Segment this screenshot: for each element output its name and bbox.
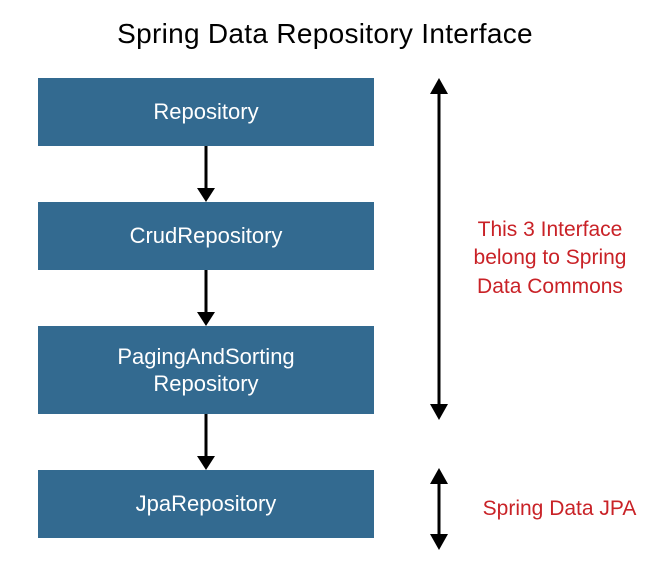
arrow-down-icon bbox=[38, 270, 374, 326]
box-jpa-repository: JpaRepository bbox=[38, 470, 374, 538]
annotation-commons: This 3 Interface belong to Spring Data C… bbox=[460, 216, 640, 301]
box-crud-repository: CrudRepository bbox=[38, 202, 374, 270]
annotation-jpa: Spring Data JPA bbox=[472, 495, 647, 523]
box-repository: Repository bbox=[38, 78, 374, 146]
diagram-title: Spring Data Repository Interface bbox=[0, 0, 650, 50]
arrow-down-icon bbox=[38, 146, 374, 202]
bracket-column bbox=[420, 76, 458, 556]
arrow-down-icon bbox=[38, 414, 374, 470]
box-paging-sorting-repository: PagingAndSorting Repository bbox=[38, 326, 374, 414]
hierarchy-column: Repository CrudRepository PagingAndSorti… bbox=[38, 78, 374, 538]
